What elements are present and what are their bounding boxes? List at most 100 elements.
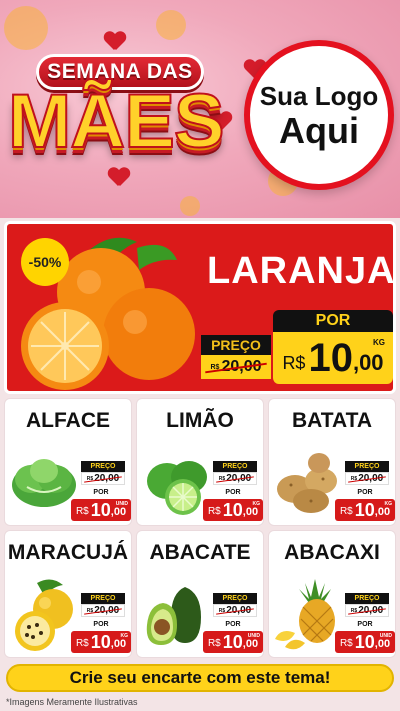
new-price-label: POR [357, 489, 373, 496]
product-name: ABACATE [149, 541, 251, 564]
price-integer: 10 [354, 632, 375, 652]
price-unit: KG [252, 501, 261, 507]
passion-fruit-icon [7, 573, 81, 653]
new-price-tag: POR R$ 10 ,00 KG [273, 310, 393, 386]
price-integer: 10 [222, 632, 243, 652]
heart-icon [104, 32, 126, 52]
bokeh-decoration [156, 10, 186, 40]
new-price-label: POR [225, 489, 241, 496]
product-name: MARACUJÁ [7, 541, 129, 564]
old-price-value: R$ 20,00 [81, 604, 125, 617]
currency-symbol: R$ [210, 363, 220, 371]
new-price-value: R$ 10,00 KG [203, 499, 263, 521]
old-price-tag: PREÇO R$ 20,00 [213, 461, 257, 487]
potato-icon [271, 441, 345, 521]
new-price-tag: POR R$ 10,00 UNID [71, 489, 131, 523]
new-price-label: POR [93, 621, 109, 628]
featured-product-name: LARANJA [207, 250, 396, 292]
old-price-amount: 20,00 [94, 473, 120, 484]
price-integer: 10 [90, 500, 111, 520]
currency-symbol: R$ [207, 638, 221, 649]
price-integer: 10 [222, 500, 243, 520]
old-price-tag: PREÇO R$ 20,00 [213, 593, 257, 619]
currency-symbol: R$ [207, 506, 221, 517]
currency-symbol: R$ [339, 506, 353, 517]
product-name: ABACAXI [284, 541, 380, 564]
new-price-tag: POR R$ 10,00 KG [203, 489, 263, 523]
new-price-value: R$ 10,00 UNID [335, 631, 395, 653]
product-card: BATATA PREÇO R$ 20,00 POR R$ 10,00 KG [268, 398, 396, 526]
old-price-value: R$ 20,00 [345, 604, 389, 617]
old-price-value: R$ 20,00 [345, 472, 389, 485]
price-integer: 10 [90, 632, 111, 652]
new-price-value: R$ 10 ,00 KG [273, 332, 393, 384]
currency-symbol: R$ [218, 475, 226, 482]
price-unit: KG [120, 633, 129, 639]
price-unit: UNID [379, 633, 392, 639]
price-decimal: ,00 [374, 506, 391, 518]
old-price-label: PREÇO [345, 461, 389, 472]
old-price-label: PREÇO [81, 593, 125, 604]
price-decimal: ,00 [242, 506, 259, 518]
currency-symbol: R$ [350, 607, 358, 614]
new-price-label: POR [93, 489, 109, 496]
price-unit: UNID [115, 501, 128, 507]
avocado-icon [139, 573, 213, 653]
new-price-label: POR [225, 621, 241, 628]
product-card: ABACATE PREÇO R$ 20,00 POR R$ 10,00 UNID [136, 530, 264, 658]
new-price-tag: POR R$ 10,00 UNID [335, 621, 395, 655]
product-name: BATATA [291, 409, 373, 432]
bokeh-decoration [4, 6, 48, 50]
old-price-amount: 20,00 [221, 358, 262, 375]
old-price-tag: PREÇO R$ 20,00 [81, 593, 125, 619]
product-name: ALFACE [26, 409, 110, 432]
price-decimal: ,00 [242, 638, 259, 650]
currency-symbol: R$ [75, 638, 89, 649]
new-price-tag: POR R$ 10,00 UNID [203, 621, 263, 655]
lettuce-icon [7, 441, 81, 521]
old-price-label: PREÇO [81, 461, 125, 472]
old-price-tag: PREÇO R$ 20,00 [81, 461, 125, 487]
old-price-amount: 20,00 [358, 605, 384, 616]
new-price-value: R$ 10,00 UNID [71, 499, 131, 521]
old-price-amount: 20,00 [94, 605, 120, 616]
new-price-tag: POR R$ 10,00 KG [335, 489, 395, 523]
price-unit: UNID [247, 633, 260, 639]
old-price-amount: 20,00 [226, 473, 252, 484]
new-price-label: POR [273, 310, 393, 332]
price-decimal: ,00 [352, 350, 384, 375]
currency-symbol: R$ [218, 607, 226, 614]
lime-icon [139, 441, 213, 521]
product-card: ALFACE PREÇO R$ 20,00 POR R$ 10,00 UNID [4, 398, 132, 526]
new-price-tag: POR R$ 10,00 KG [71, 621, 131, 655]
old-price-label: PREÇO [345, 593, 389, 604]
new-price-value: R$ 10,00 UNID [203, 631, 263, 653]
old-price-tag: PREÇO R$ 20,00 [345, 593, 389, 619]
logo-placeholder: Sua Logo Aqui [244, 40, 394, 190]
heart-icon [108, 168, 130, 188]
cta-banner[interactable]: Crie seu encarte com este tema! [6, 664, 394, 692]
price-unit: KG [384, 501, 393, 507]
old-price-amount: 20,00 [226, 605, 252, 616]
page-title: MÃES [7, 78, 226, 165]
product-name: LIMÃO [166, 409, 234, 432]
old-price-amount: 20,00 [358, 473, 384, 484]
old-price-value: R$ 20,00 [213, 604, 257, 617]
logo-text-line2: Aqui [279, 109, 359, 151]
old-price-tag: PREÇO R$ 20,00 [345, 461, 389, 487]
price-integer: 10 [354, 500, 375, 520]
price-integer: 10 [308, 336, 353, 380]
header-banner: SEMANA DAS MÃES Sua Logo Aqui [0, 0, 400, 218]
old-price-tag: PREÇO R$ 20,00 [201, 335, 271, 379]
price-decimal: ,00 [110, 506, 127, 518]
logo-text-line1: Sua Logo [259, 80, 379, 111]
price-unit: KG [373, 338, 385, 347]
disclaimer: *Imagens Meramente Ilustrativas [6, 697, 138, 707]
pineapple-icon [271, 573, 345, 653]
old-price-value: R$ 20,00 [213, 472, 257, 485]
currency-symbol: R$ [86, 607, 94, 614]
old-price-label: PREÇO [201, 335, 271, 355]
product-card: LIMÃO PREÇO R$ 20,00 POR R$ 10,00 KG [136, 398, 264, 526]
new-price-value: R$ 10,00 KG [71, 631, 131, 653]
discount-badge: -50% [21, 238, 69, 286]
